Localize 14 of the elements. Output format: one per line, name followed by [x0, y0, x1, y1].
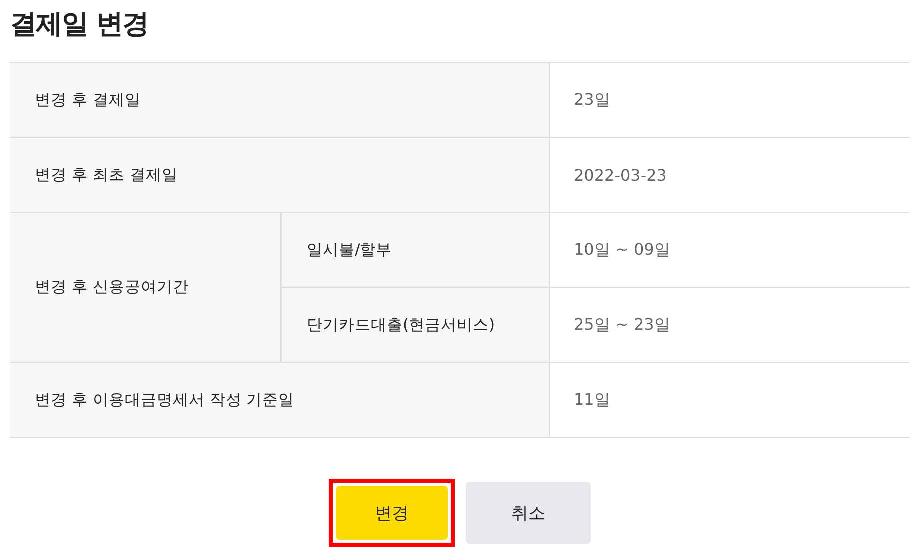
page-title: 결제일 변경 [10, 8, 150, 42]
row-value: 10일 ~ 09일 [574, 240, 670, 260]
sub-row-label: 단기카드대출(현금서비스) [307, 314, 496, 336]
row-label: 변경 후 최초 결제일 [35, 164, 178, 186]
row-label: 변경 후 결제일 [35, 90, 141, 110]
row-label: 변경 후 신용공여기간 [35, 277, 189, 298]
row-value: 2022-03-23 [574, 166, 667, 184]
sub-row-label: 일시불/할부 [307, 240, 392, 260]
row-value: 23일 [574, 90, 610, 110]
row-label: 변경 후 이용대금명세서 작성 기준일 [35, 390, 295, 410]
cancel-button[interactable]: 취소 [466, 482, 591, 544]
row-value: 11일 [574, 390, 610, 410]
row-value: 25일 ~ 23일 [574, 314, 670, 336]
change-button[interactable]: 변경 [336, 486, 448, 540]
